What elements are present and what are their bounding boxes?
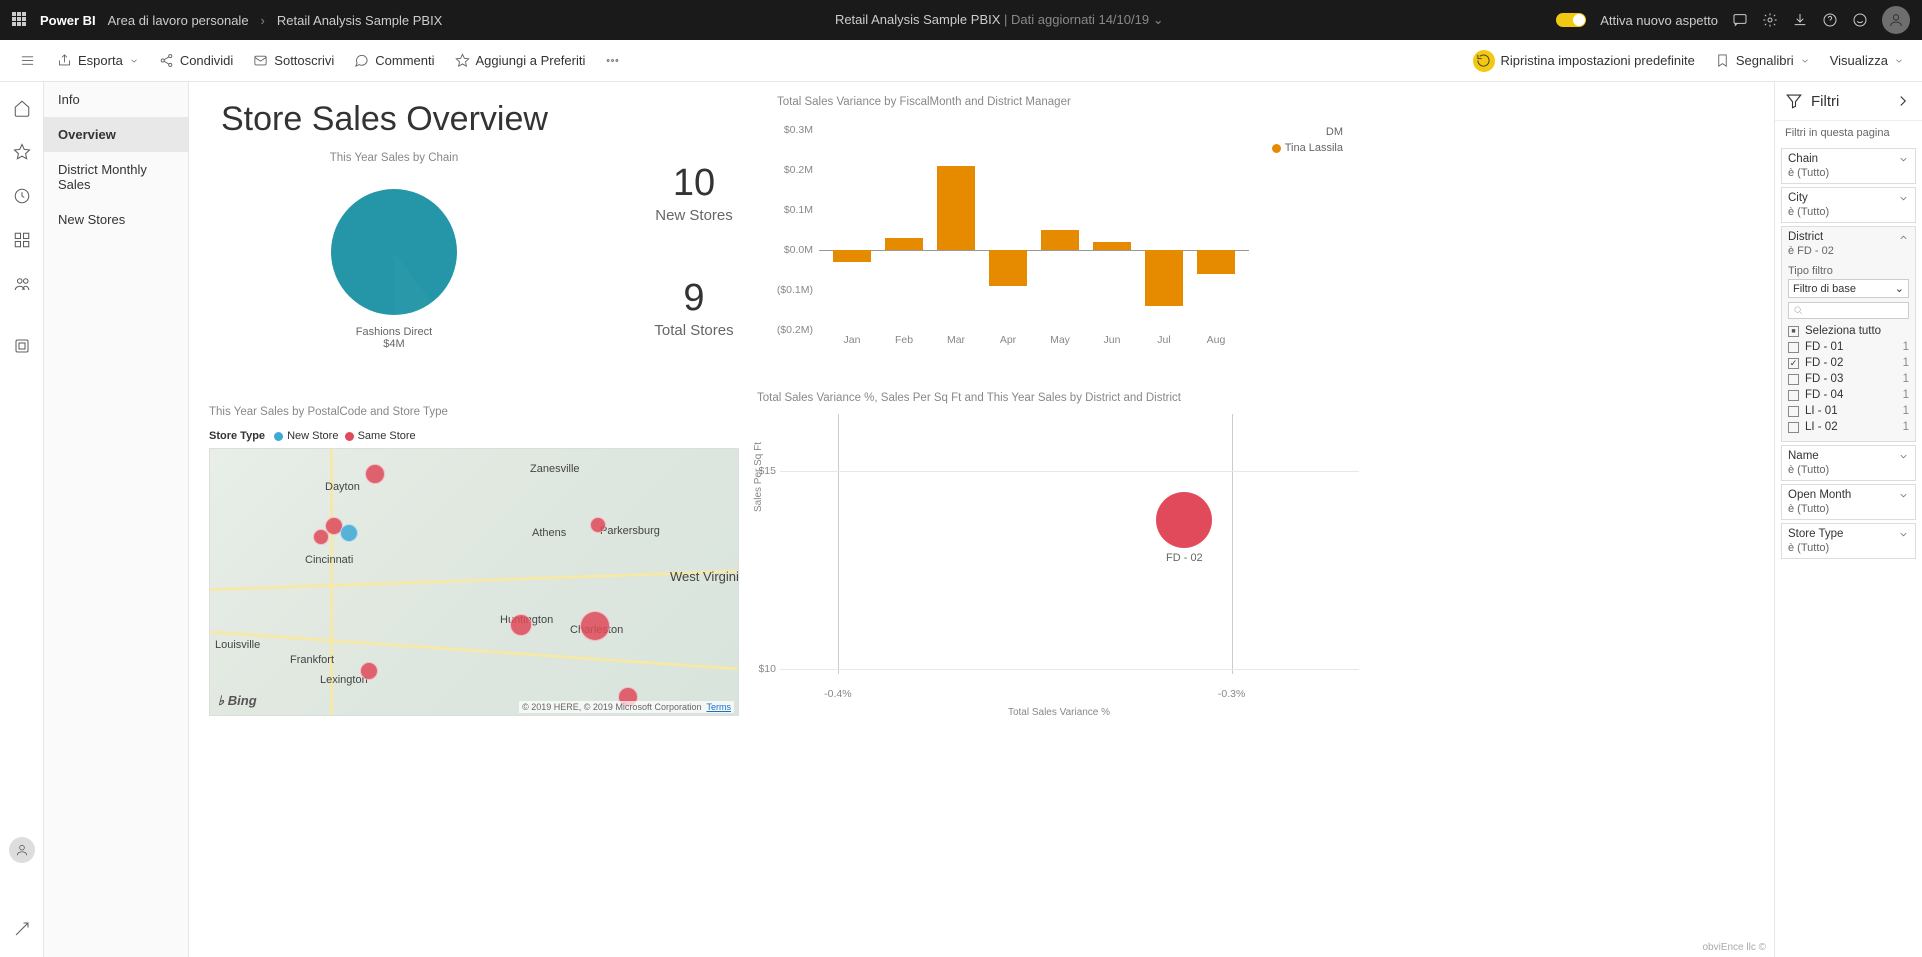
kpi-label: New Stores bbox=[629, 207, 759, 224]
filter-card[interactable]: Districtè FD - 02Tipo filtroFiltro di ba… bbox=[1781, 226, 1916, 442]
filter-select-all[interactable]: Seleziona tutto bbox=[1788, 323, 1909, 339]
scatter-y-axis-title: Sales Per Sq Ft bbox=[753, 442, 764, 512]
kpi-value: 10 bbox=[629, 162, 759, 205]
gear-icon[interactable] bbox=[1762, 12, 1778, 28]
map-title: This Year Sales by PostalCode and Store … bbox=[209, 406, 739, 418]
subscribe-button[interactable]: Sottoscrivi bbox=[245, 47, 342, 74]
chat-icon[interactable] bbox=[1732, 12, 1748, 28]
header-report-title: Retail Analysis Sample PBIX bbox=[835, 12, 1000, 27]
filter-option[interactable]: FD - 021 bbox=[1788, 355, 1909, 371]
filter-option[interactable]: FD - 011 bbox=[1788, 339, 1909, 355]
chevron-right-icon[interactable] bbox=[1894, 92, 1912, 110]
breadcrumb-report[interactable]: Retail Analysis Sample PBIX bbox=[277, 13, 442, 28]
download-icon[interactable] bbox=[1792, 12, 1808, 28]
pie-visual[interactable]: This Year Sales by Chain Fashions Direct… bbox=[209, 152, 579, 350]
pie-chart-icon bbox=[324, 182, 464, 322]
chevron-down-icon[interactable] bbox=[1898, 529, 1909, 540]
pie-title: This Year Sales by Chain bbox=[209, 152, 579, 164]
reset-button[interactable]: Ripristina impostazioni predefinite bbox=[1465, 44, 1703, 78]
favorite-button[interactable]: Aggiungi a Preferiti bbox=[447, 47, 594, 74]
filter-card[interactable]: Chainè (Tutto) bbox=[1781, 148, 1916, 184]
breadcrumb-separator: › bbox=[261, 13, 265, 28]
more-button[interactable] bbox=[597, 47, 628, 74]
filter-option[interactable]: LI - 011 bbox=[1788, 403, 1909, 419]
bookmarks-button[interactable]: Segnalibri bbox=[1707, 47, 1818, 74]
global-header: Power BI Area di lavoro personale › Reta… bbox=[0, 0, 1922, 40]
smile-icon[interactable] bbox=[1852, 12, 1868, 28]
map-attribution: © 2019 HERE, © 2019 Microsoft Corporatio… bbox=[519, 701, 734, 713]
rail-favorites-icon[interactable] bbox=[0, 134, 44, 170]
chevron-down-icon[interactable] bbox=[1898, 451, 1909, 462]
rail-home-icon[interactable] bbox=[0, 90, 44, 126]
map-legend: Store Type New Store Same Store bbox=[209, 430, 416, 442]
chevron-down-icon[interactable] bbox=[1898, 154, 1909, 165]
page-nav-item[interactable]: Info bbox=[44, 82, 188, 117]
rail-apps-icon[interactable] bbox=[0, 222, 44, 258]
scatter-x-axis-title: Total Sales Variance % bbox=[1008, 707, 1110, 718]
bing-logo: ♭ Bing bbox=[218, 693, 257, 709]
kpi-value: 9 bbox=[629, 277, 759, 320]
rail-recent-icon[interactable] bbox=[0, 178, 44, 214]
left-nav-rail bbox=[0, 82, 44, 957]
action-bar: Esporta Condividi Sottoscrivi Commenti A… bbox=[0, 40, 1922, 82]
filter-card[interactable]: Nameè (Tutto) bbox=[1781, 445, 1916, 481]
rail-shared-icon[interactable] bbox=[0, 266, 44, 302]
filter-option[interactable]: LI - 021 bbox=[1788, 419, 1909, 435]
filter-card[interactable]: Open Monthè (Tutto) bbox=[1781, 484, 1916, 520]
bar-legend: DM Tina Lassila bbox=[1272, 126, 1343, 154]
help-icon[interactable] bbox=[1822, 12, 1838, 28]
filter-card[interactable]: Cityè (Tutto) bbox=[1781, 187, 1916, 223]
filter-type-select[interactable]: Filtro di base⌄ bbox=[1788, 279, 1909, 298]
scatter-visual[interactable]: Total Sales Variance %, Sales Per Sq Ft … bbox=[749, 392, 1369, 722]
filters-title: Filtri bbox=[1811, 93, 1886, 110]
export-button[interactable]: Esporta bbox=[49, 47, 147, 74]
new-look-label: Attiva nuovo aspetto bbox=[1600, 13, 1718, 28]
filter-option[interactable]: FD - 031 bbox=[1788, 371, 1909, 387]
filters-section-label: Filtri in questa pagina bbox=[1775, 121, 1922, 145]
bar-visual[interactable]: Total Sales Variance by FiscalMonth and … bbox=[769, 96, 1349, 366]
view-button[interactable]: Visualizza bbox=[1822, 47, 1912, 74]
bar-title: Total Sales Variance by FiscalMonth and … bbox=[769, 96, 1349, 108]
map-visual[interactable]: Dayton Cincinnati Zanesville Athens Park… bbox=[209, 448, 739, 716]
kpi-total-stores[interactable]: 9 Total Stores bbox=[629, 277, 759, 339]
kpi-label: Total Stores bbox=[629, 322, 759, 339]
scatter-point bbox=[1156, 492, 1212, 548]
header-center: Retail Analysis Sample PBIX | Dati aggio… bbox=[454, 12, 1544, 28]
chevron-down-icon[interactable] bbox=[1898, 193, 1909, 204]
page-title: Store Sales Overview bbox=[221, 100, 548, 139]
comments-button[interactable]: Commenti bbox=[346, 47, 442, 74]
filter-search-input[interactable] bbox=[1788, 302, 1909, 319]
report-attribution: obviEnce llc © bbox=[1702, 942, 1766, 953]
app-launcher-icon[interactable] bbox=[12, 12, 28, 28]
rail-workspaces-icon[interactable] bbox=[0, 328, 44, 364]
rail-expand-icon[interactable] bbox=[0, 911, 44, 947]
chevron-down-icon[interactable] bbox=[1898, 490, 1909, 501]
page-nav-item[interactable]: District Monthly Sales bbox=[44, 152, 188, 202]
map-title-wrap: This Year Sales by PostalCode and Store … bbox=[209, 406, 739, 424]
page-nav-item[interactable]: Overview bbox=[44, 117, 188, 152]
breadcrumb-workspace[interactable]: Area di lavoro personale bbox=[108, 13, 249, 28]
map-terms-link[interactable]: Terms bbox=[707, 702, 732, 712]
filter-card[interactable]: Store Typeè (Tutto) bbox=[1781, 523, 1916, 559]
kpi-new-stores[interactable]: 10 New Stores bbox=[629, 162, 759, 224]
report-canvas: Store Sales Overview This Year Sales by … bbox=[189, 82, 1774, 957]
share-button[interactable]: Condividi bbox=[151, 47, 241, 74]
scatter-point-label: FD - 02 bbox=[1166, 552, 1203, 564]
filter-icon bbox=[1785, 92, 1803, 110]
hamburger-button[interactable] bbox=[10, 47, 45, 74]
brand-label: Power BI bbox=[40, 13, 96, 28]
header-updated[interactable]: | Dati aggiornati 14/10/19 ⌄ bbox=[1004, 12, 1164, 27]
rail-user-avatar[interactable] bbox=[9, 837, 35, 863]
page-nav-item[interactable]: New Stores bbox=[44, 202, 188, 237]
chevron-up-icon[interactable] bbox=[1898, 232, 1909, 243]
scatter-title: Total Sales Variance %, Sales Per Sq Ft … bbox=[749, 392, 1369, 404]
pie-slice-label: Fashions Direct$4M bbox=[209, 326, 579, 350]
new-look-toggle[interactable] bbox=[1556, 13, 1586, 27]
filters-pane: Filtri Filtri in questa pagina Chainè (T… bbox=[1774, 82, 1922, 957]
filter-option[interactable]: FD - 041 bbox=[1788, 387, 1909, 403]
page-nav: InfoOverviewDistrict Monthly SalesNew St… bbox=[44, 82, 189, 957]
user-avatar[interactable] bbox=[1882, 6, 1910, 34]
